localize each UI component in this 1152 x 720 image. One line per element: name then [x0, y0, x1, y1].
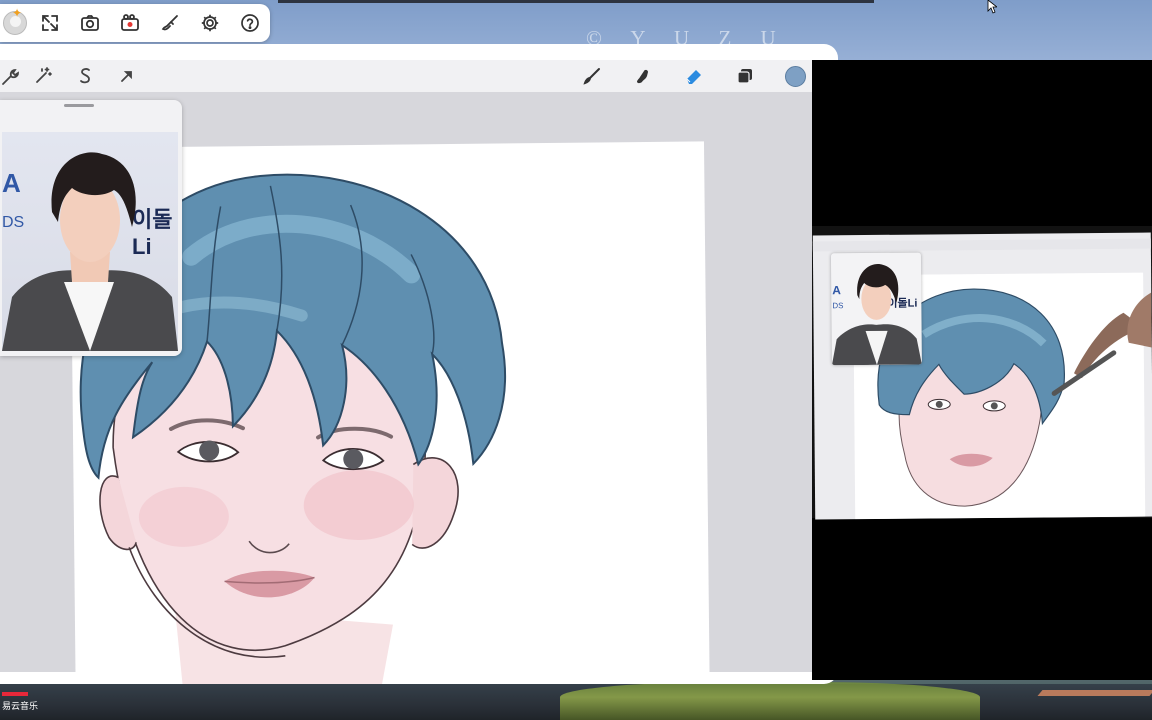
adjustments-tool[interactable]	[22, 60, 64, 92]
record-button[interactable]	[110, 4, 150, 42]
settings-button[interactable]	[190, 4, 230, 42]
mouse-cursor-icon	[987, 0, 997, 14]
video-tablet-screen: 이돌Li A DS	[812, 232, 1152, 520]
wrench-icon	[2, 69, 19, 85]
screenshot-button[interactable]	[70, 4, 110, 42]
expand-icon	[42, 15, 58, 31]
reference-panel[interactable]: A 이돌Li DS	[0, 100, 182, 356]
layers-tool[interactable]	[719, 60, 770, 92]
video-mini-reference-person	[831, 263, 922, 366]
magic-wand-icon	[36, 67, 52, 83]
brush-tool[interactable]	[566, 60, 617, 92]
procreate-left-tools	[0, 60, 148, 92]
selection-tool[interactable]	[64, 60, 106, 92]
transform-tool[interactable]	[106, 60, 148, 92]
actions-tool[interactable]	[0, 60, 22, 92]
selection-s-icon	[80, 68, 90, 84]
reference-panel-handle[interactable]	[64, 104, 94, 107]
camera-icon	[81, 15, 99, 31]
color-swatch-icon	[785, 65, 806, 87]
webcam-video-panel: 이돌Li A DS	[812, 60, 1152, 680]
desktop-top-bar	[278, 0, 874, 3]
reference-person	[2, 152, 178, 351]
eraser-icon	[686, 70, 701, 84]
video-record-icon	[121, 14, 139, 31]
fullscreen-button[interactable]	[30, 4, 70, 42]
smudge-icon	[636, 69, 648, 84]
help-button[interactable]	[230, 4, 270, 42]
video-frame: 이돌Li A DS	[812, 226, 1152, 520]
smudge-tool[interactable]	[617, 60, 668, 92]
brush-icon	[582, 68, 600, 85]
reference-photo: A 이돌Li DS	[2, 132, 178, 351]
avatar-button[interactable]: ✦	[0, 4, 30, 42]
desktop-grass	[560, 682, 980, 720]
sparkle-icon: ✦	[12, 6, 23, 20]
layers-icon	[736, 69, 752, 84]
help-icon	[241, 14, 259, 32]
brush-button[interactable]	[150, 4, 190, 42]
procreate-toolbar	[0, 60, 812, 92]
taskbar-app-indicator	[2, 692, 28, 696]
brush-icon	[161, 15, 178, 31]
floating-toolbar: ✦	[0, 4, 270, 42]
video-mini-reference: 이돌Li A DS	[830, 252, 922, 366]
desktop-road-line	[1037, 690, 1152, 696]
procreate-window: A 이돌Li DS	[0, 44, 838, 684]
eraser-tool[interactable]	[668, 60, 719, 92]
arrow-cursor-icon	[121, 71, 132, 82]
taskbar-app-label: 易云音乐	[2, 701, 39, 711]
procreate-right-tools	[566, 60, 821, 92]
taskbar-app-music[interactable]: 易云音乐	[0, 684, 60, 720]
gear-icon	[201, 14, 219, 32]
